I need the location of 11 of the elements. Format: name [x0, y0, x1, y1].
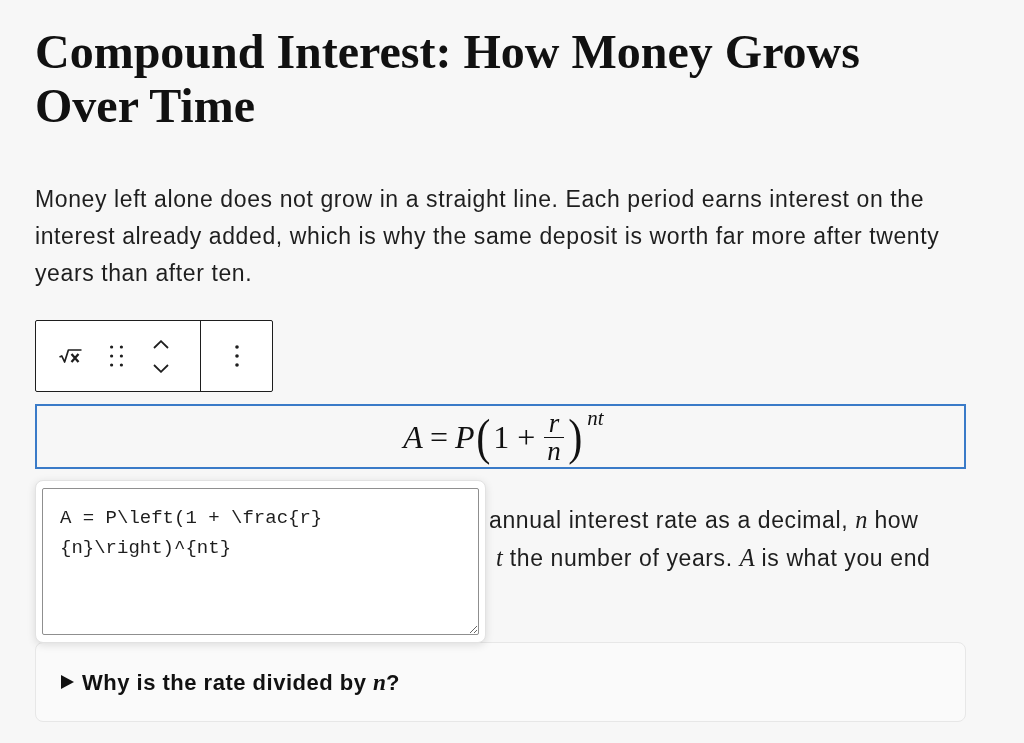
chevron-up-icon [153, 339, 169, 349]
chevron-down-icon [153, 363, 169, 373]
drag-handle-icon [109, 345, 123, 367]
square-root-icon [58, 349, 82, 363]
details-summary[interactable]: Why is the rate divided by n? [61, 668, 400, 696]
latex-input[interactable]: A = P\left(1 + \frac{r}{n}\right)^{nt} [42, 488, 479, 635]
paragraph-text: t the number of years. A is what you end [496, 543, 931, 573]
intro-paragraph: Money left alone does not grow in a straight line. Each period earns interest on the interest already added, which is why the same deposit is worth far more after twenty years than after ten. [35, 185, 941, 288]
article-title: Compound Interest: How Money Grows Over Time [35, 25, 861, 133]
more-vertical-icon [234, 345, 239, 367]
paragraph-text: annual interest rate as a decimal, n how [489, 505, 919, 535]
